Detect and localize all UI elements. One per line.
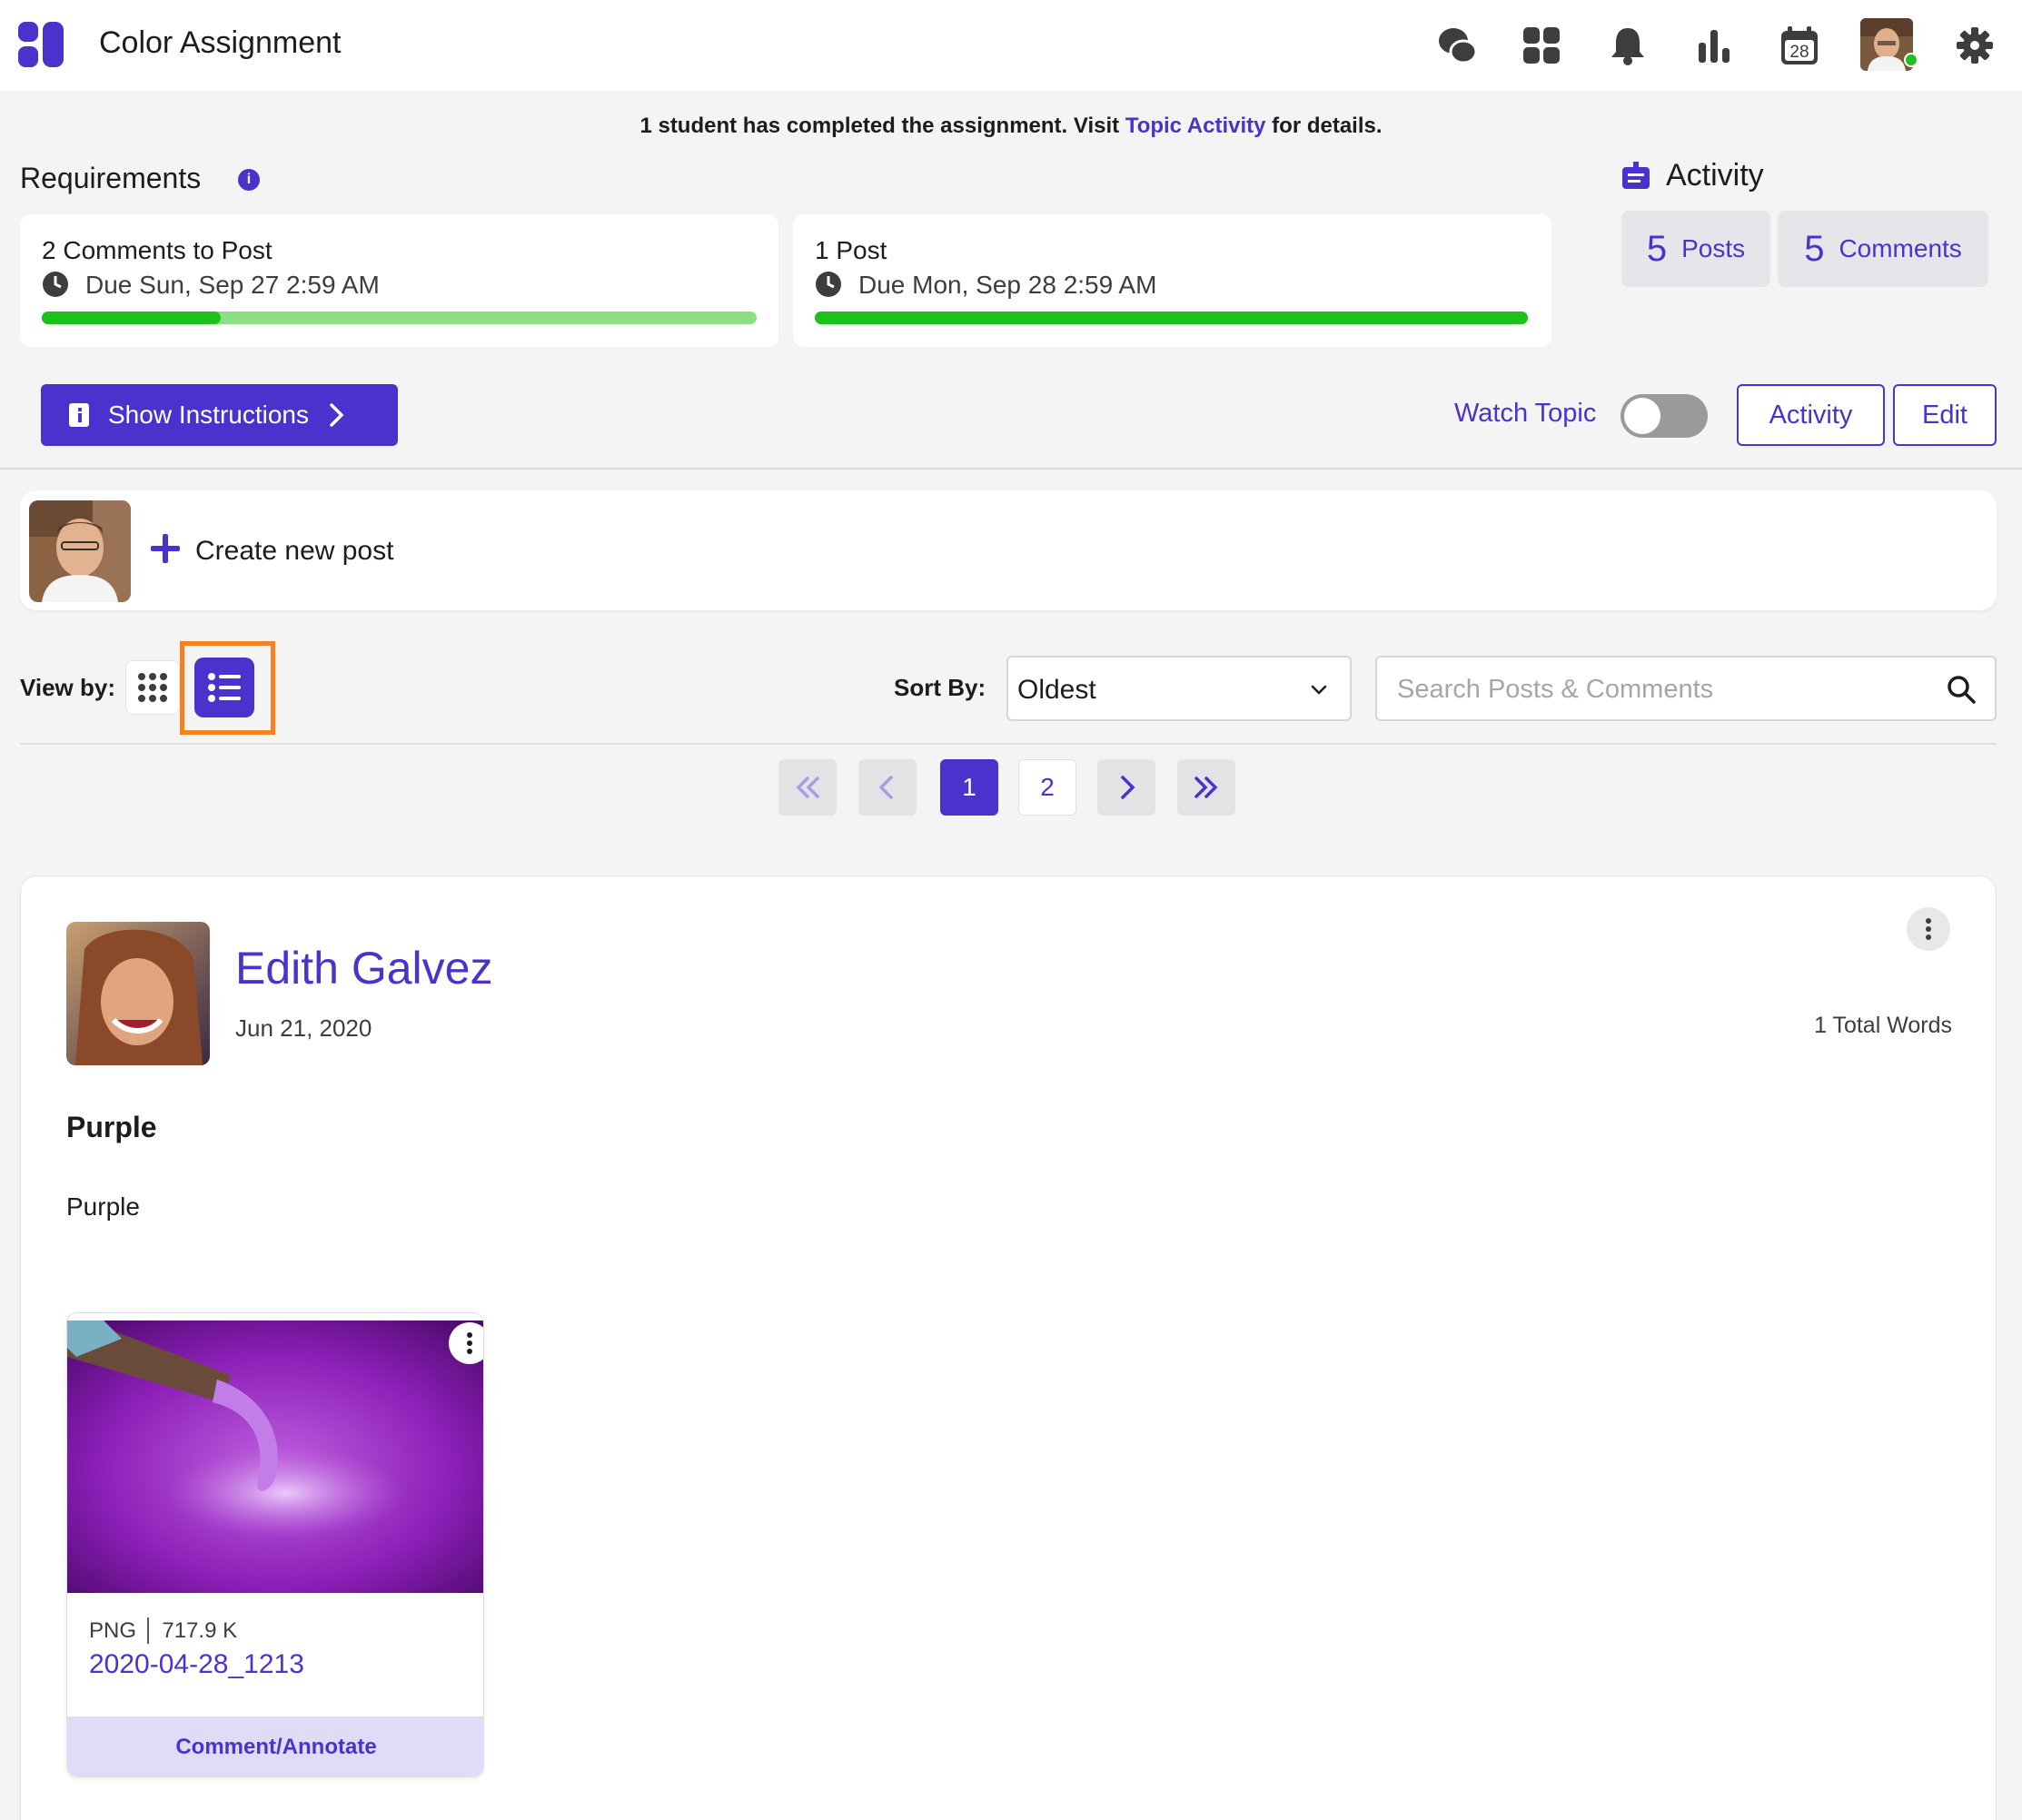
calendar-icon[interactable]: 28 bbox=[1774, 20, 1825, 71]
analytics-icon[interactable] bbox=[1689, 20, 1740, 71]
previous-page-button[interactable] bbox=[858, 759, 917, 816]
show-instructions-button[interactable]: Show Instructions bbox=[41, 384, 398, 446]
top-bar: Color Assignment 28 bbox=[0, 0, 2022, 91]
first-page-button[interactable] bbox=[778, 759, 837, 816]
grid-view-button[interactable] bbox=[125, 660, 180, 715]
chevron-right-icon bbox=[330, 403, 344, 427]
sort-by-label: Sort By: bbox=[894, 674, 986, 701]
completion-banner: 1 student has completed the assignment. … bbox=[0, 114, 2022, 139]
attachment-image[interactable] bbox=[67, 1320, 484, 1593]
search-input[interactable] bbox=[1397, 668, 1924, 710]
last-page-button[interactable] bbox=[1177, 759, 1235, 816]
page-button-1[interactable]: 1 bbox=[940, 759, 998, 816]
clock-icon bbox=[43, 272, 68, 297]
word-count: 1 Total Words bbox=[1814, 1013, 1952, 1038]
settings-icon[interactable] bbox=[1949, 20, 2000, 71]
chevron-down-icon bbox=[1311, 685, 1327, 695]
online-status-indicator bbox=[1904, 53, 1918, 67]
post-body: Purple bbox=[66, 1192, 140, 1221]
comments-count: 5 bbox=[1804, 228, 1825, 269]
post-author[interactable]: Edith Galvez bbox=[235, 942, 492, 994]
posts-label: Posts bbox=[1681, 234, 1746, 262]
activity-button[interactable]: Activity bbox=[1737, 384, 1885, 446]
comments-label: Comments bbox=[1839, 234, 1962, 262]
clock-icon bbox=[816, 272, 841, 297]
attachment-size: 717.9 K bbox=[162, 1618, 238, 1643]
attachment-name[interactable]: 2020-04-28_1213 bbox=[89, 1649, 304, 1680]
progress-bar bbox=[815, 312, 1528, 324]
more-vertical-icon bbox=[1926, 918, 1931, 940]
attachment-type: PNG bbox=[89, 1618, 137, 1643]
double-chevron-left-icon bbox=[796, 776, 819, 798]
post-menu-button[interactable] bbox=[1907, 907, 1950, 951]
topic-activity-link[interactable]: Topic Activity bbox=[1125, 114, 1266, 138]
attachment-menu-button[interactable] bbox=[449, 1322, 483, 1364]
author-avatar[interactable] bbox=[66, 922, 210, 1065]
calendar-day: 28 bbox=[1789, 43, 1809, 62]
requirement-card-post: 1 Post Due Mon, Sep 28 2:59 AM bbox=[793, 214, 1551, 347]
view-by-label: View by: bbox=[20, 674, 116, 701]
sort-value: Oldest bbox=[1017, 675, 1096, 705]
create-post-card[interactable]: Create new post bbox=[20, 490, 1997, 610]
apps-grid-icon[interactable] bbox=[1516, 20, 1567, 71]
banner-suffix: for details. bbox=[1265, 114, 1383, 138]
search-icon[interactable] bbox=[1946, 674, 1977, 705]
page-button-2[interactable]: 2 bbox=[1018, 759, 1076, 816]
next-page-button[interactable] bbox=[1097, 759, 1155, 816]
section-divider bbox=[20, 743, 1997, 745]
requirement-title: 2 Comments to Post bbox=[42, 236, 273, 264]
requirement-card-comments: 2 Comments to Post Due Sun, Sep 27 2:59 … bbox=[20, 214, 778, 347]
requirements-title: Requirements bbox=[20, 162, 202, 194]
user-avatar bbox=[29, 500, 131, 602]
list-icon bbox=[208, 673, 241, 702]
progress-bar-fill bbox=[42, 312, 221, 324]
more-vertical-icon bbox=[467, 1332, 472, 1354]
requirement-title: 1 Post bbox=[815, 236, 887, 264]
info-icon[interactable]: i bbox=[238, 169, 260, 191]
post-date: Jun 21, 2020 bbox=[235, 1014, 372, 1042]
post-card: Edith Galvez Jun 21, 2020 1 Total Words … bbox=[20, 875, 1997, 1820]
watch-topic-label: Watch Topic bbox=[1454, 399, 1597, 428]
toggle-knob bbox=[1624, 398, 1660, 434]
list-view-button[interactable] bbox=[194, 658, 254, 717]
create-post-label: Create new post bbox=[195, 536, 394, 566]
posts-count-box[interactable]: 5 Posts bbox=[1621, 211, 1770, 287]
sort-select[interactable]: Oldest bbox=[1006, 656, 1352, 721]
book-icon bbox=[69, 403, 89, 427]
double-chevron-right-icon bbox=[1194, 776, 1218, 798]
grid-icon bbox=[138, 673, 167, 702]
show-instructions-label: Show Instructions bbox=[108, 401, 309, 429]
chevron-right-icon bbox=[1121, 776, 1135, 799]
app-logo-icon[interactable] bbox=[18, 22, 64, 67]
chat-icon[interactable] bbox=[1432, 20, 1482, 71]
posts-count: 5 bbox=[1646, 228, 1668, 269]
comment-annotate-button[interactable]: Comment/Annotate bbox=[67, 1716, 483, 1776]
progress-bar-fill bbox=[815, 312, 1528, 324]
activity-icon bbox=[1622, 162, 1650, 189]
comments-count-box[interactable]: 5 Comments bbox=[1778, 211, 1988, 287]
watch-topic-toggle[interactable] bbox=[1621, 394, 1708, 438]
plus-icon bbox=[151, 534, 180, 563]
banner-prefix: 1 student has completed the assignment. … bbox=[639, 114, 1125, 138]
post-title: Purple bbox=[66, 1111, 157, 1143]
activity-title: Activity bbox=[1666, 158, 1764, 193]
chevron-left-icon bbox=[878, 776, 893, 799]
requirement-due-date: Due Sun, Sep 27 2:59 AM bbox=[85, 271, 380, 299]
section-divider bbox=[0, 468, 2022, 470]
bell-icon[interactable] bbox=[1602, 20, 1653, 71]
search-box bbox=[1375, 656, 1997, 721]
progress-bar bbox=[42, 312, 757, 324]
attachment-card: PNG │ 717.9 K 2020-04-28_1213 Comment/An… bbox=[66, 1312, 484, 1777]
app-title: Color Assignment bbox=[99, 25, 342, 60]
attachment-meta: PNG │ 717.9 K bbox=[89, 1618, 238, 1643]
edit-button[interactable]: Edit bbox=[1893, 384, 1997, 446]
requirement-due-date: Due Mon, Sep 28 2:59 AM bbox=[858, 271, 1157, 299]
